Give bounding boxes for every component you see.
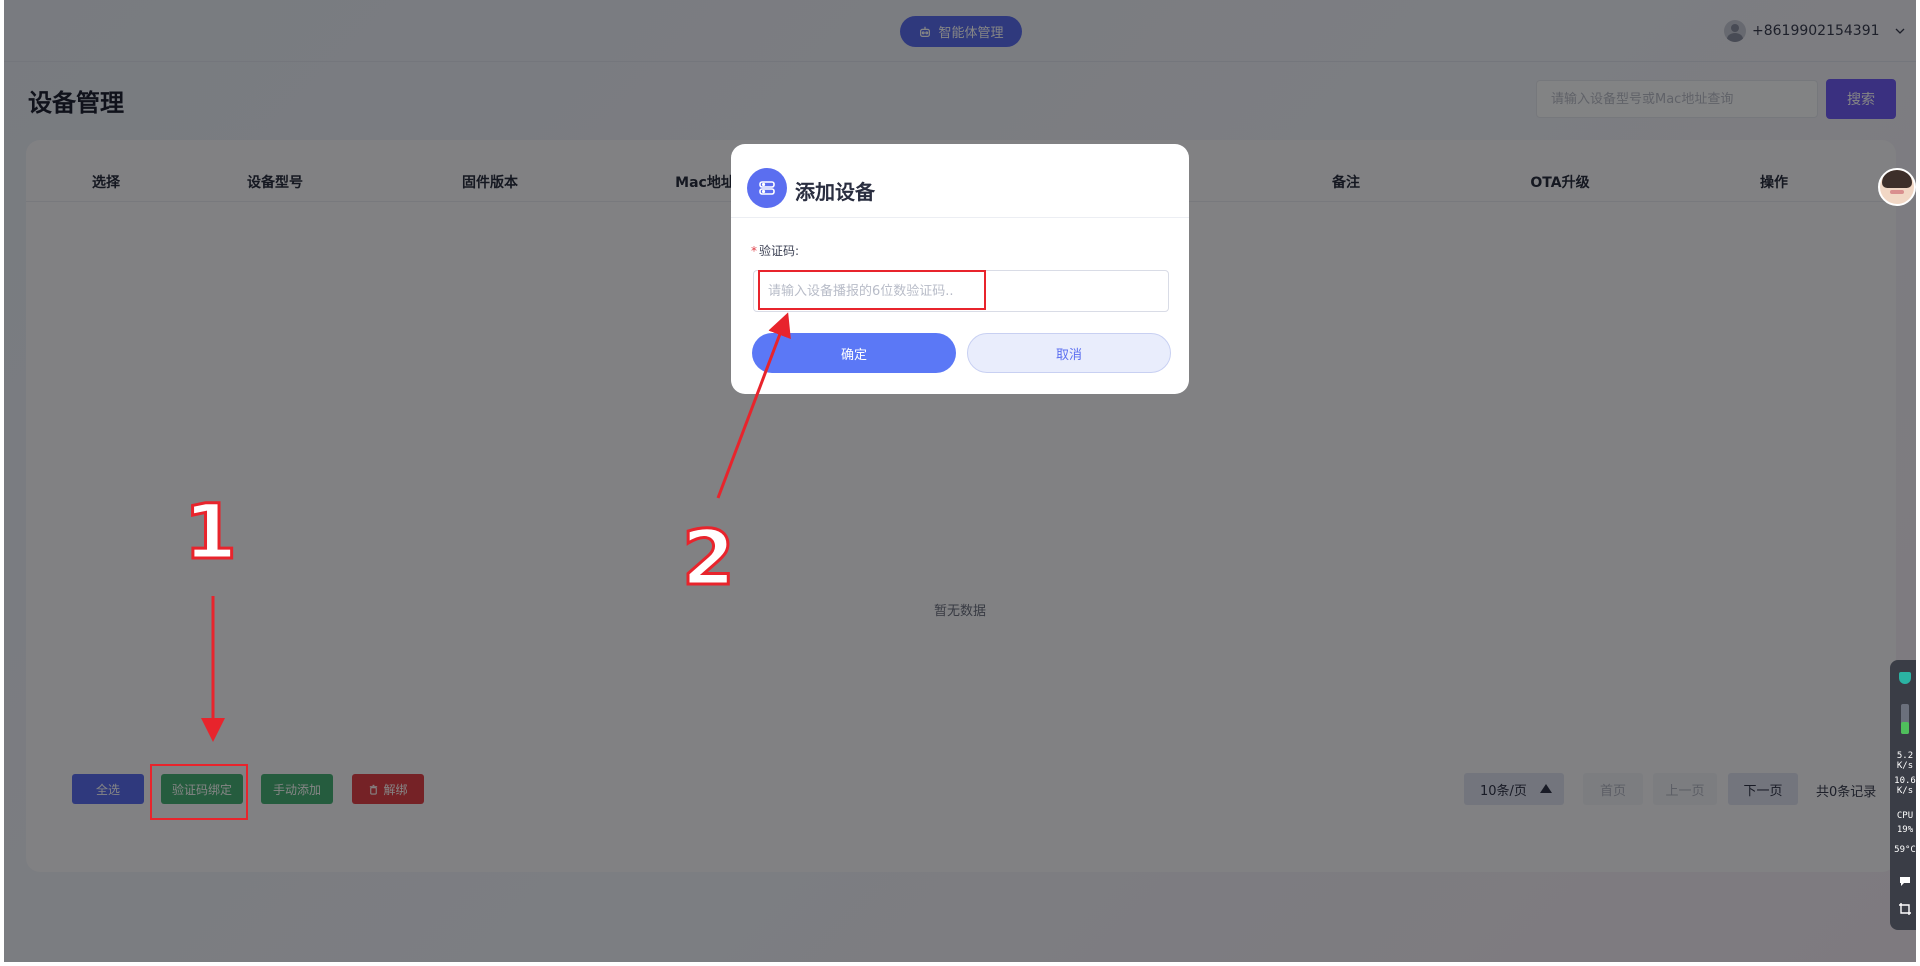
cpu-value: 19% [1896, 825, 1914, 835]
system-monitor-widget[interactable]: 5.2 K/s 10.6 K/s CPU 19% 59°C [1890, 660, 1916, 930]
chat-icon [1900, 877, 1910, 886]
temperature-value: 59°C [1894, 845, 1916, 855]
annotation-step-2: 2 [681, 513, 737, 602]
verification-code-label-text: 验证码: [759, 244, 800, 258]
add-device-dialog: 添加设备 *验证码: 确定 取消 [731, 144, 1189, 394]
server-icon [747, 168, 787, 208]
annotation-step-1: 1 [183, 487, 239, 576]
confirm-button[interactable]: 确定 [752, 333, 956, 373]
required-mark: * [751, 244, 757, 258]
net-up-unit: K/s [1896, 761, 1914, 771]
app-window: 智能体管理 +8619902154391 设备管理 搜索 选择 设备型号 固件版… [4, 0, 1916, 962]
assistant-avatar[interactable] [1878, 168, 1916, 206]
shield-icon [1899, 672, 1911, 684]
annotation-box-code-input [758, 270, 986, 310]
dialog-header: 添加设备 [731, 144, 1189, 218]
annotation-box-bind-button [150, 764, 248, 820]
net-down-unit: K/s [1896, 786, 1914, 796]
cancel-button[interactable]: 取消 [967, 333, 1171, 373]
dialog-title: 添加设备 [795, 180, 875, 204]
memory-bar [1901, 704, 1909, 734]
verification-code-label: * 验证码: [751, 242, 799, 259]
cpu-label: CPU [1896, 811, 1914, 821]
crop-icon [1899, 903, 1911, 915]
